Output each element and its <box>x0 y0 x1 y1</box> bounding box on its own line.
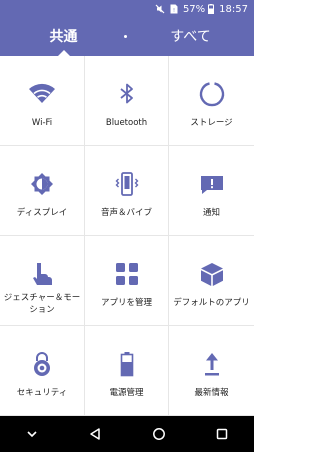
settings-item-storage[interactable]: ストレージ <box>169 56 254 146</box>
settings-item-label: ストレージ <box>190 118 233 128</box>
settings-item-default-apps[interactable]: デフォルトのアプリ <box>169 236 254 326</box>
apps-grid-icon <box>113 260 141 288</box>
settings-item-sound-vibration[interactable]: 音声＆バイブ <box>85 146 169 236</box>
settings-item-notifications[interactable]: 通知 <box>169 146 254 236</box>
settings-item-label: ディスプレイ <box>16 208 68 218</box>
settings-item-manage-apps[interactable]: アプリを管理 <box>85 236 169 326</box>
settings-item-label: ジェスチャー＆モーション <box>3 293 81 315</box>
settings-item-label: セキュリティ <box>16 388 68 398</box>
back-icon[interactable] <box>75 416 115 452</box>
settings-grid: Wi-Fi Bluetooth ストレージ ディスプレイ 音声＆バイブ 通知 ジ… <box>0 56 254 416</box>
tab-all[interactable]: すべて <box>127 18 254 56</box>
recents-icon[interactable] <box>202 416 242 452</box>
settings-item-label: 電源管理 <box>109 388 144 398</box>
battery-icon <box>208 4 215 14</box>
brightness-icon <box>28 170 56 198</box>
settings-item-label: 通知 <box>202 208 220 218</box>
mute-icon <box>155 4 165 14</box>
settings-item-label: Bluetooth <box>105 118 148 128</box>
settings-item-gestures-motion[interactable]: ジェスチャー＆モーション <box>0 236 85 326</box>
status-bar: ! 57% 18:57 <box>0 0 254 18</box>
tab-bar: 共通 すべて <box>0 18 254 56</box>
collapse-icon[interactable] <box>12 416 52 452</box>
settings-item-label: アプリを管理 <box>100 298 152 308</box>
settings-item-power-management[interactable]: 電源管理 <box>85 326 169 416</box>
navigation-bar <box>0 416 254 452</box>
default-app-cube-icon <box>198 260 226 288</box>
settings-item-display[interactable]: ディスプレイ <box>0 146 85 236</box>
settings-item-whats-new[interactable]: 最新情報 <box>169 326 254 416</box>
settings-item-label: 音声＆バイブ <box>100 208 152 218</box>
settings-item-label: 最新情報 <box>194 388 229 398</box>
settings-item-security[interactable]: セキュリティ <box>0 326 85 416</box>
vibrate-icon <box>113 170 141 198</box>
update-arrow-icon <box>198 350 226 378</box>
settings-item-wifi[interactable]: Wi-Fi <box>0 56 85 146</box>
notification-icon <box>198 170 226 198</box>
settings-item-label: デフォルトのアプリ <box>173 298 250 308</box>
battery-percent: 57% <box>182 3 206 15</box>
sim-icon: ! <box>170 4 178 14</box>
settings-item-bluetooth[interactable]: Bluetooth <box>85 56 169 146</box>
lock-icon <box>28 350 56 378</box>
gesture-hand-icon <box>28 260 56 288</box>
settings-item-label: Wi-Fi <box>31 118 53 128</box>
clock-time: 18:57 <box>219 3 248 15</box>
bluetooth-icon <box>113 80 141 108</box>
battery-power-icon <box>113 350 141 378</box>
svg-text:!: ! <box>173 8 175 14</box>
storage-ring-icon <box>198 80 226 108</box>
home-icon[interactable] <box>139 416 179 452</box>
wifi-icon <box>28 80 56 108</box>
